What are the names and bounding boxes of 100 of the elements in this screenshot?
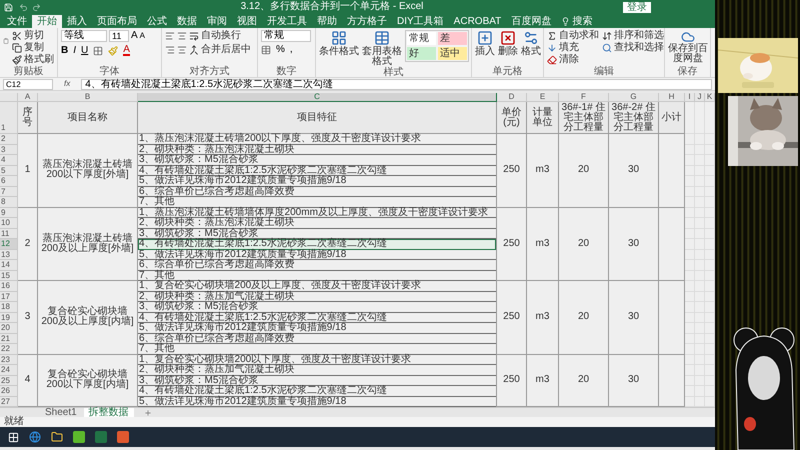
add-sheet-icon[interactable] [144,408,152,416]
ribbon-tab[interactable]: 开始 [32,15,62,28]
feature-cell[interactable]: 2、砌块种类：蒸压泡沫混凝土砌块 [138,144,496,155]
name-box[interactable]: C12 [3,78,53,90]
percent-button[interactable]: % [276,45,285,55]
save-icon[interactable] [4,2,13,12]
ribbon-tab[interactable]: 文件 [2,15,32,28]
border-icon[interactable] [93,46,104,56]
feature-cell[interactable]: 5、做法详见珠海市2012建筑质量专项措施9/18 [138,396,496,407]
ribbon-tab[interactable]: 公式 [142,15,172,28]
cell-style[interactable]: 适中 [438,47,467,60]
feature-cell[interactable]: 1、复合砼实心砌块墙200及以上厚度、强度及干密度详设计要求 [138,281,496,292]
feature-cell[interactable]: 1、蒸压泡沫混凝土砖墙200以下厚度、强度及干密度详设计要求 [138,134,496,144]
app-icon[interactable] [73,431,85,443]
cut-button[interactable]: 剪切 [12,30,54,41]
format-table-button[interactable]: 套用表格格式 [362,30,402,67]
ribbon-tab[interactable]: 帮助 [312,15,342,28]
ribbon-tab[interactable]: 百度网盘 [506,15,556,28]
font-name-field[interactable]: 等线 [61,30,107,42]
number-format-field[interactable]: 常规 [261,30,311,42]
cell-style[interactable]: 差 [438,32,467,45]
feature-cell[interactable]: 5、做法详见珠海市2012建筑质量专项措施9/18 [138,250,496,260]
column-header[interactable]: G [609,93,659,102]
align-top-icon[interactable] [165,30,175,40]
cell-style[interactable]: 好 [407,47,436,60]
feature-cell[interactable]: 6、综合单价已综合考虑超高降效费 [138,186,496,197]
delete-button[interactable]: 删除 [498,30,518,57]
ribbon-tab[interactable]: DIY工具箱 [392,15,449,28]
app-icon[interactable] [117,431,129,443]
feature-cell[interactable]: 2、砌块种类：蒸压加气混凝土砌块 [138,365,496,376]
comma-button[interactable]: , [290,45,293,55]
align-middle-icon[interactable] [177,30,187,40]
column-header[interactable]: H [659,93,685,102]
italic-button[interactable]: I [73,46,76,56]
shrink-font-button[interactable]: A [140,31,146,41]
cloud-icon[interactable] [681,30,695,44]
wrap-text-button[interactable]: 自动换行 [189,30,241,41]
feature-cell[interactable]: 3、砌筑砂浆：M5混合砂浆 [138,155,496,166]
formula-field[interactable]: 4、有砖墙处混凝土梁底1:2.5水泥砂浆二次塞缝二次勾缝 [81,78,712,90]
feature-cell[interactable]: 5、做法详见珠海市2012建筑质量专项措施9/18 [138,323,496,334]
find-select-button[interactable]: 查找和选择 [602,42,664,53]
ribbon-tab[interactable]: 开发工具 [262,15,312,28]
format-painter-button[interactable]: 格式刷 [12,54,54,65]
ribbon-tab[interactable]: ACROBAT [448,15,506,28]
redo-icon[interactable] [32,2,41,12]
feature-cell[interactable]: 3、砌筑砂浆：M5混合砂浆 [138,376,496,386]
clear-button[interactable]: 清除 [547,54,599,65]
ribbon-tab[interactable]: 视图 [232,15,262,28]
feature-cell[interactable]: 1、复合砼实心砌块墙200以下厚度、强度及干密度详设计要求 [138,354,496,365]
function-label[interactable]: fx [56,78,78,90]
column-header[interactable]: D [497,93,527,102]
underline-button[interactable]: U [81,46,88,56]
feature-cell[interactable]: 7、其他 [138,197,496,208]
ribbon-tab[interactable]: 方方格子 [342,15,392,28]
feature-cell[interactable]: 3、砌筑砂浆：M5混合砂浆 [138,302,496,312]
bold-button[interactable]: B [61,46,68,56]
font-color-button[interactable]: A [123,45,130,56]
sheet-tab[interactable]: 拆整数据 [84,408,134,418]
copy-button[interactable]: 复制 [12,42,54,53]
feature-cell[interactable]: 2、砌块种类：蒸压加气混凝土砌块 [138,292,496,302]
feature-cell[interactable]: 7、其他 [138,270,496,281]
feature-cell[interactable]: 7、其他 [138,344,496,354]
column-header[interactable]: E [527,93,559,102]
search-button[interactable]: 搜索 [556,15,598,28]
feature-cell[interactable]: 3、砌筑砂浆：M5混合砂浆 [138,228,496,239]
column-header[interactable]: C [138,93,497,102]
feature-cell[interactable]: 2、砌块种类：蒸压泡沫混凝土砌块 [138,218,496,228]
insert-button[interactable]: 插入 [475,30,495,57]
sort-filter-button[interactable]: 排序和筛选 [602,30,664,41]
autosum-button[interactable]: 自动求和 [547,30,599,41]
feature-cell[interactable]: 1、蒸压泡沫混凝土砖墙墙体厚度200mm及以上厚度、强度及干密度详设计要求 [138,208,496,218]
feature-cell[interactable]: 4、有砖墙处混凝土梁底1:2.5水泥砂浆二次塞缝二次勾缝 [138,166,496,176]
cell-style[interactable]: 常规 [407,32,436,45]
column-header[interactable]: A [18,93,38,102]
feature-cell[interactable]: 4、有砖墙处混凝土梁底1:2.5水泥砂浆二次塞缝二次勾缝 [138,239,496,250]
ribbon-tab[interactable]: 数据 [172,15,202,28]
align-right-icon[interactable] [165,44,175,54]
save-to-cloud-button[interactable]: 保存到百度网盘 [668,44,708,64]
feature-cell[interactable]: 4、有砖墙处混凝土梁底1:2.5水泥砂浆二次塞缝二次勾缝 [138,386,496,396]
ribbon-tab[interactable]: 插入 [62,15,92,28]
feature-cell[interactable]: 6、综合单价已综合考虑超高降效费 [138,260,496,270]
grow-font-button[interactable]: A [131,31,138,41]
ribbon-tab[interactable]: 审阅 [202,15,232,28]
font-size-field[interactable]: 11 [109,30,129,42]
conditional-format-button[interactable]: 条件格式 [319,30,359,57]
sheet-tab[interactable]: Sheet1 [40,408,82,418]
column-header[interactable]: B [38,93,138,102]
login-button[interactable]: 登录 [623,2,651,12]
undo-icon[interactable] [19,2,28,12]
merge-center-button[interactable]: 合并后居中 [189,44,251,55]
feature-cell[interactable]: 6、综合单价已综合考虑超高降效费 [138,334,496,344]
feature-cell[interactable]: 5、做法详见珠海市2012建筑质量专项措施9/18 [138,176,496,186]
align-center-icon[interactable] [177,44,187,54]
ribbon-tab[interactable]: 页面布局 [92,15,142,28]
column-header[interactable]: F [559,93,609,102]
fill-button[interactable]: 填充 [547,42,599,53]
folder-icon[interactable] [51,431,63,443]
windows-icon[interactable] [8,432,19,442]
feature-cell[interactable]: 4、有砖墙处混凝土梁底1:2.5水泥砂浆二次塞缝二次勾缝 [138,312,496,323]
format-button[interactable]: 格式 [521,30,541,57]
